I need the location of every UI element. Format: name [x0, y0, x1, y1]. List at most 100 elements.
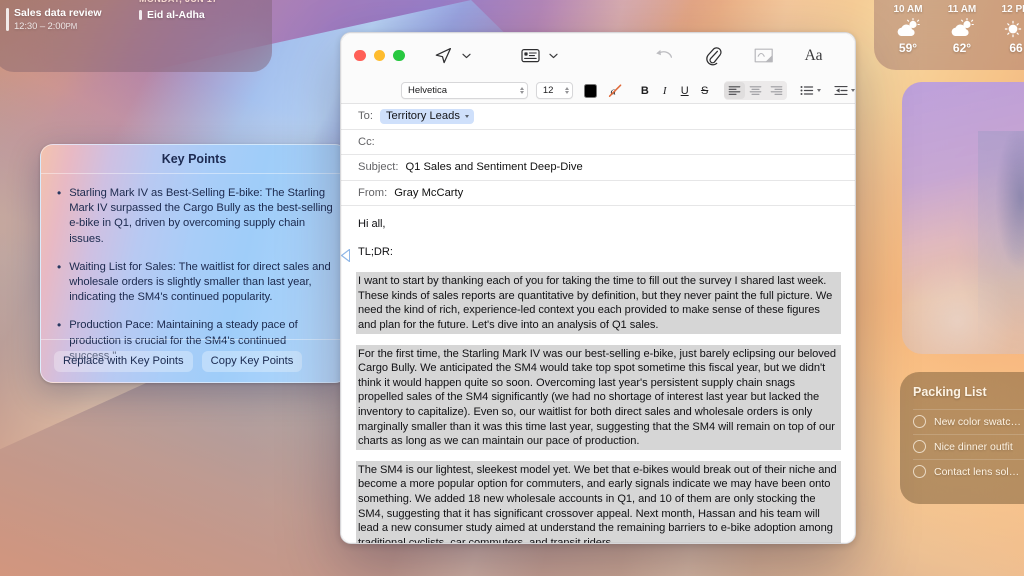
from-field-row[interactable]: From: Gray McCarty [341, 180, 855, 206]
italic-button[interactable]: I [655, 81, 675, 100]
calendar-event-title: Sales data review [14, 7, 102, 19]
from-label: From: [358, 186, 388, 199]
font-size-select[interactable]: 12 [535, 82, 573, 99]
header-fields-icon[interactable] [516, 42, 546, 70]
packing-list-widget[interactable]: Packing List 3 New color swatc… Nice din… [900, 372, 1024, 504]
packing-list-item-label: Nice dinner outfit [934, 440, 1013, 453]
packing-list-item-label: New color swatc… [934, 415, 1021, 428]
weather-widget[interactable]: 10 AM 59° 11 AM 62° 12 PM 66 [874, 0, 1024, 70]
calendar-widget[interactable]: Presentation rehearsal 10 – 11AM Sales d… [0, 0, 272, 72]
copy-key-points-button[interactable]: Copy Key Points [201, 350, 303, 372]
subject-value: Q1 Sales and Sentiment Deep-Dive [405, 161, 583, 174]
checkbox-icon[interactable] [913, 465, 926, 478]
cc-field-row[interactable]: Cc: [341, 129, 855, 155]
highlight-icon[interactable]: a [606, 81, 626, 100]
bullet-icon: • [57, 186, 62, 200]
align-left-icon[interactable] [723, 82, 745, 99]
key-points-body: • Starling Mark IV as Best-Selling E-bik… [41, 174, 347, 362]
weather-hour-cell: 11 AM 62° [938, 4, 986, 55]
cc-label: Cc: [358, 135, 375, 148]
list-icon[interactable] [800, 81, 815, 100]
send-options-chevron-down-icon[interactable] [459, 42, 474, 70]
weather-hour-label: 11 AM [947, 4, 977, 15]
recipient-chevron-down-icon[interactable] [464, 114, 469, 118]
bold-button[interactable]: B [635, 81, 655, 100]
key-points-item-text: Waiting List for Sales: The waitlist for… [69, 260, 331, 304]
stepper-icon [519, 87, 524, 94]
packing-list-item[interactable]: Contact lens sol… [913, 459, 1024, 484]
body-greeting: Hi all, [358, 218, 386, 230]
weather-hour-label: 12 PM [1001, 4, 1024, 15]
packing-list-item-label: Contact lens sol… [934, 465, 1020, 478]
weather-hourly-row: 10 AM 59° 11 AM 62° 12 PM 66 [884, 4, 1024, 55]
weather-temp: 59° [898, 41, 918, 55]
send-icon[interactable] [429, 42, 459, 70]
from-value: Gray McCarty [394, 186, 464, 199]
calendar-event[interactable]: Eid al-Adha [139, 9, 260, 22]
body-paragraph-3: The SM4 is our lightest, sleekest model … [356, 460, 841, 543]
packing-list-item[interactable]: Nice dinner outfit [913, 434, 1024, 459]
minimize-button[interactable] [373, 49, 385, 62]
traffic-light-buttons [354, 49, 405, 62]
align-center-icon[interactable] [745, 82, 766, 99]
checkbox-icon[interactable] [913, 440, 926, 453]
zoom-button[interactable] [393, 49, 405, 62]
body-tldr: TL;DR: [358, 245, 393, 258]
to-field-row[interactable]: To: Territory Leads [341, 104, 855, 130]
calendar-event-title: Eid al-Adha [147, 9, 205, 21]
subject-field-row[interactable]: Subject: Q1 Sales and Sentiment Deep-Div… [341, 155, 855, 181]
font-family-value: Helvetica [408, 85, 448, 96]
packing-list-item[interactable]: New color swatc… [913, 409, 1024, 434]
checkbox-icon[interactable] [913, 415, 926, 428]
key-points-title: Key Points [161, 152, 227, 166]
replace-with-key-points-button[interactable]: Replace with Key Points [54, 350, 193, 372]
emoji-icon[interactable] [849, 42, 856, 70]
key-points-header: Key Points [41, 145, 347, 174]
text-alignment-group [723, 81, 787, 100]
key-points-item: • Starling Mark IV as Best-Selling E-bik… [54, 186, 334, 247]
list-options-chevron-down-icon[interactable] [816, 89, 821, 92]
stepper-icon [564, 87, 569, 94]
calendar-event[interactable]: Sales data review 12:30 – 2:00PM [6, 7, 127, 33]
weather-temp: 62° [952, 41, 972, 55]
underline-button[interactable]: U [675, 81, 695, 100]
message-body[interactable]: Hi all, TL;DR: I want to start by thanki… [341, 206, 855, 543]
calendar-column-left: Presentation rehearsal 10 – 11AM Sales d… [6, 0, 127, 72]
markup-icon[interactable] [749, 42, 779, 70]
key-points-item-text: Starling Mark IV as Best-Selling E-bike:… [69, 187, 333, 245]
compose-toolbar: Aa [429, 42, 856, 70]
body-paragraph-1: I want to start by thanking each of you … [356, 272, 841, 334]
packing-list-header: Packing List 3 [913, 383, 1024, 400]
strikethrough-button[interactable]: S [695, 81, 715, 100]
window-titlebar[interactable]: Aa [341, 33, 855, 78]
body-paragraph-2: For the first time, the Starling Mark IV… [356, 344, 841, 450]
subject-label: Subject: [358, 161, 399, 174]
header-fields-chevron-down-icon[interactable] [546, 42, 561, 70]
format-text-label: Aa [804, 46, 823, 64]
close-button[interactable] [354, 49, 366, 62]
key-points-panel: Key Points • Starling Mark IV as Best-Se… [40, 144, 348, 383]
format-text-button[interactable]: Aa [799, 42, 829, 70]
font-family-select[interactable]: Helvetica [401, 82, 528, 99]
bullet-icon: • [57, 259, 62, 274]
sun-behind-cloud-icon [938, 18, 986, 40]
photos-widget[interactable] [902, 82, 1024, 354]
recipient-token[interactable]: Territory Leads [379, 109, 474, 124]
key-points-footer: Replace with Key Points Copy Key Points [41, 339, 347, 382]
to-label: To: [358, 110, 373, 123]
weather-hour-label: 10 AM [893, 4, 923, 15]
weather-hour-cell: 10 AM 59° [884, 4, 932, 55]
paperclip-icon[interactable] [699, 42, 729, 70]
indent-icon[interactable] [834, 81, 849, 100]
calendar-event-time: 12:30 – 2:00PM [14, 21, 78, 32]
sun-icon [992, 18, 1024, 40]
indent-options-chevron-down-icon[interactable] [850, 89, 855, 92]
selection-handle-icon[interactable] [341, 249, 350, 262]
text-color-swatch[interactable] [583, 83, 597, 98]
key-points-item: • Waiting List for Sales: The waitlist f… [54, 260, 334, 306]
align-right-icon[interactable] [766, 82, 787, 99]
packing-list-title: Packing List [913, 385, 987, 399]
format-toolbar: Helvetica 12 a B I U S [341, 78, 855, 104]
sun-behind-cloud-icon [884, 18, 932, 40]
undo-icon [649, 42, 679, 70]
